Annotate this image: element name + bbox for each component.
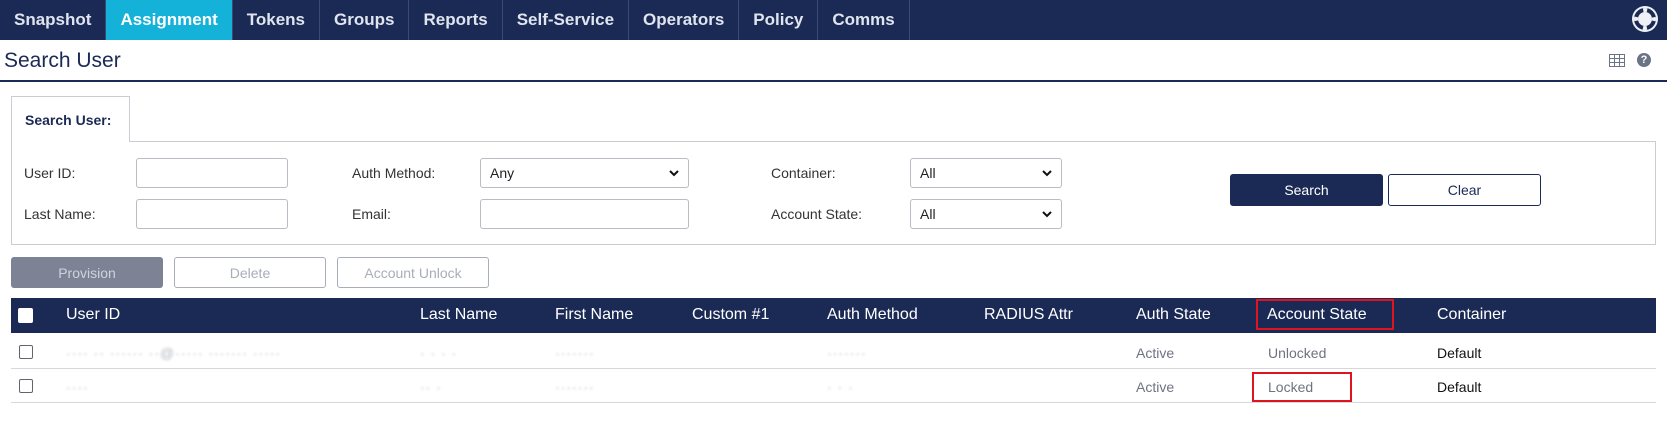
- cell-user-id[interactable]: ····: [66, 379, 89, 395]
- cell-user-id[interactable]: ···· ·· ······ ··@····· ······· ·····: [66, 345, 281, 361]
- last-name-input[interactable]: [136, 199, 288, 229]
- tab-groups[interactable]: Groups: [320, 0, 410, 40]
- tab-self-service[interactable]: Self-Service: [503, 0, 630, 40]
- email-label: Email:: [352, 206, 391, 222]
- cell-auth-state: Active: [1136, 379, 1175, 395]
- cell-auth-method: · · ·: [827, 379, 854, 395]
- column-header-custom-1[interactable]: Custom #1: [692, 306, 769, 324]
- cell-last-name: · · · ·: [420, 345, 458, 361]
- tab-comms[interactable]: Comms: [818, 0, 910, 40]
- cell-last-name: ·· ·: [420, 379, 442, 395]
- chevron-down-icon: [669, 170, 679, 177]
- column-header-last-name[interactable]: Last Name: [420, 306, 497, 324]
- container-label: Container:: [771, 165, 836, 181]
- container-value: All: [920, 165, 936, 181]
- tab-tokens[interactable]: Tokens: [233, 0, 321, 40]
- account-unlock-button[interactable]: Account Unlock: [337, 257, 489, 288]
- page-title: Search User: [4, 49, 121, 72]
- table-row[interactable]: ···· ·· ······ ··@····· ······· ····· · …: [11, 335, 1656, 369]
- tab-policy[interactable]: Policy: [739, 0, 819, 40]
- column-header-auth-method[interactable]: Auth Method: [827, 306, 918, 324]
- account-state-label: Account State:: [771, 206, 863, 222]
- email-input[interactable]: [480, 199, 689, 229]
- cell-first-name: ·······: [555, 345, 595, 361]
- chevron-down-icon: [1042, 211, 1052, 218]
- column-header-container[interactable]: Container: [1437, 306, 1506, 324]
- column-header-radius-attr[interactable]: RADIUS Attr: [984, 306, 1073, 324]
- last-name-label: Last Name:: [24, 206, 96, 222]
- cell-auth-method: ·······: [827, 345, 867, 361]
- search-button[interactable]: Search: [1230, 174, 1383, 206]
- row-checkbox[interactable]: [19, 345, 33, 359]
- table-row[interactable]: ···· ·· · ······· · · · Active Locked De…: [11, 369, 1656, 403]
- tab-operators[interactable]: Operators: [629, 0, 740, 40]
- select-all-checkbox[interactable]: [18, 308, 33, 323]
- auth-method-label: Auth Method:: [352, 165, 436, 181]
- table-header: User ID Last Name First Name Custom #1 A…: [11, 298, 1656, 333]
- account-state-value: All: [920, 206, 936, 222]
- container-select[interactable]: All: [910, 158, 1062, 188]
- row-checkbox[interactable]: [19, 379, 33, 393]
- auth-method-value: Any: [490, 165, 515, 181]
- tab-snapshot[interactable]: Snapshot: [0, 0, 107, 40]
- heading-divider: [0, 80, 1667, 82]
- clear-button[interactable]: Clear: [1388, 174, 1541, 206]
- cell-container: Default: [1437, 379, 1482, 395]
- top-nav: Snapshot Assignment Tokens Groups Report…: [0, 0, 1667, 40]
- help-icon[interactable]: ?: [1637, 53, 1651, 67]
- delete-button[interactable]: Delete: [174, 257, 326, 288]
- provision-button[interactable]: Provision: [11, 257, 163, 288]
- tab-reports[interactable]: Reports: [409, 0, 503, 40]
- column-header-user-id[interactable]: User ID: [66, 306, 120, 324]
- tab-assignment[interactable]: Assignment: [106, 0, 233, 40]
- cell-first-name: ·······: [555, 379, 595, 395]
- cell-auth-state: Active: [1136, 345, 1175, 361]
- table-icon[interactable]: [1609, 54, 1625, 71]
- cell-account-state: Unlocked: [1268, 345, 1327, 361]
- locked-state-highlight: [1252, 372, 1352, 402]
- auth-method-select[interactable]: Any: [480, 158, 689, 188]
- chevron-down-icon: [1042, 170, 1052, 177]
- lifebuoy-icon[interactable]: [1632, 6, 1658, 32]
- account-state-select[interactable]: All: [910, 199, 1062, 229]
- user-id-label: User ID:: [24, 165, 76, 181]
- user-id-input[interactable]: [136, 158, 288, 188]
- search-user-tab[interactable]: Search User:: [11, 96, 130, 142]
- column-header-first-name[interactable]: First Name: [555, 306, 633, 324]
- cell-container: Default: [1437, 345, 1482, 361]
- account-state-header-highlight: [1256, 299, 1394, 330]
- column-header-auth-state[interactable]: Auth State: [1136, 306, 1211, 324]
